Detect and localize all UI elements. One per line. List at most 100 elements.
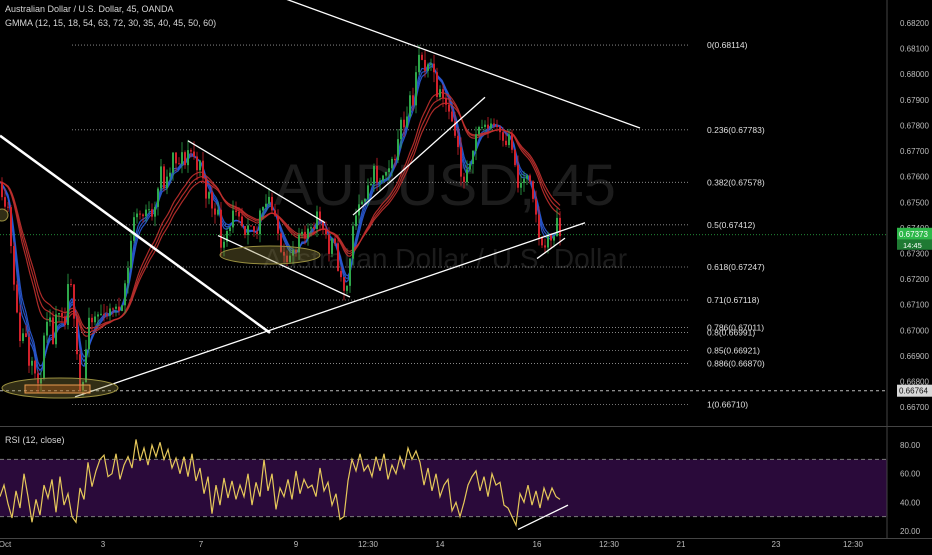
candle-body	[553, 236, 555, 241]
candle-body	[466, 169, 468, 183]
marked-price-label: 0.66764	[899, 387, 928, 396]
candle-body	[184, 152, 186, 166]
candle-body	[148, 209, 150, 211]
candle-body	[112, 308, 114, 310]
candle-body	[436, 72, 438, 98]
x-tick-label: 12:30	[358, 540, 379, 549]
candle-body	[334, 238, 336, 244]
candle-body	[493, 123, 495, 126]
y-tick-label: 0.68000	[900, 70, 929, 79]
candle-body	[412, 95, 414, 106]
candle-body	[427, 64, 429, 71]
watermark-name: Australian Dollar / U.S. Dollar	[263, 243, 627, 274]
candle-body	[421, 54, 423, 60]
candle-body	[106, 314, 108, 316]
candle-body	[208, 192, 210, 199]
indicator-label: GMMA (12, 15, 18, 54, 63, 72, 30, 35, 40…	[5, 18, 217, 28]
candle-body	[460, 147, 462, 177]
candle-body	[457, 135, 459, 148]
fib-label: 0(0.68114)	[707, 40, 748, 50]
chart[interactable]: AUDUSD, 45 Australian Dollar / U.S. Dolla…	[0, 0, 932, 550]
candle-body	[238, 211, 240, 217]
y-tick-label: 0.67600	[900, 173, 929, 182]
candle-body	[31, 360, 33, 366]
rsi-tick-label: 80.00	[900, 441, 921, 450]
candle-body	[520, 182, 522, 188]
candle-body	[535, 198, 537, 215]
candle-body	[274, 210, 276, 216]
candle-body	[16, 284, 18, 313]
candle-body	[391, 158, 393, 169]
candle-body	[331, 238, 333, 254]
candle-body	[136, 213, 138, 218]
candle-body	[337, 243, 339, 271]
candle-body	[370, 183, 372, 186]
fib-label: 0.382(0.67578)	[707, 177, 765, 187]
x-tick-label: Oct	[0, 540, 12, 549]
candle-body	[211, 192, 213, 209]
candle-body	[394, 158, 396, 161]
candle-body	[160, 166, 162, 189]
candle-body	[166, 176, 168, 189]
candle-body	[232, 210, 234, 228]
candle-body	[193, 151, 195, 157]
chart-svg[interactable]: AUDUSD, 45 Australian Dollar / U.S. Dolla…	[0, 0, 932, 550]
candle-body	[400, 119, 402, 140]
candle-body	[196, 156, 198, 171]
candle-body	[484, 124, 486, 127]
highlight-box	[24, 384, 91, 394]
candle-body	[64, 316, 66, 326]
candle-body	[367, 185, 369, 199]
x-tick-label: 23	[772, 540, 781, 549]
candle-body	[475, 134, 477, 151]
candle-body	[103, 313, 105, 315]
candle-body	[328, 234, 330, 254]
candle-body	[442, 89, 444, 98]
candle-body	[313, 227, 315, 229]
candle-body	[217, 209, 219, 215]
candle-body	[172, 152, 174, 173]
candle-body	[124, 283, 126, 306]
candle-body	[301, 231, 303, 235]
fib-label: 0.5(0.67412)	[707, 220, 755, 230]
x-tick-label: 12:30	[843, 540, 864, 549]
candle-body	[517, 165, 519, 188]
candle-body	[244, 226, 246, 235]
candle-body	[526, 175, 528, 179]
y-tick-label: 0.66900	[900, 352, 929, 361]
candle-body	[115, 306, 117, 309]
candle-body	[43, 335, 45, 379]
candle-body	[469, 163, 471, 170]
candle-body	[310, 227, 312, 229]
candle-body	[325, 229, 327, 235]
candle-body	[277, 215, 279, 234]
fib-label: 0.886(0.66870)	[707, 359, 765, 369]
chart-title: Australian Dollar / U.S. Dollar, 45, OAN…	[5, 4, 174, 14]
candle-body	[28, 337, 30, 366]
candle-body	[220, 209, 222, 248]
candle-body	[151, 209, 153, 217]
candle-body	[178, 163, 180, 165]
candle-body	[154, 206, 156, 217]
candle-body	[346, 285, 348, 291]
candle-body	[34, 360, 36, 374]
highlight-ellipse	[219, 245, 321, 265]
candle-body	[67, 284, 69, 326]
candle-body	[169, 172, 171, 177]
x-tick-label: 7	[199, 540, 204, 549]
candle-body	[25, 333, 27, 338]
candle-body	[142, 214, 144, 217]
candle-body	[1, 181, 3, 198]
candle-body	[529, 175, 531, 182]
candle-body	[406, 116, 408, 128]
candle-body	[94, 316, 96, 323]
candle-body	[481, 126, 483, 128]
x-tick-label: 16	[533, 540, 542, 549]
candle-body	[463, 176, 465, 183]
candle-body	[523, 178, 525, 183]
candle-body	[13, 246, 15, 285]
candle-body	[430, 63, 432, 65]
candle-body	[109, 308, 111, 316]
candle-body	[409, 95, 411, 117]
candle-body	[505, 140, 507, 146]
